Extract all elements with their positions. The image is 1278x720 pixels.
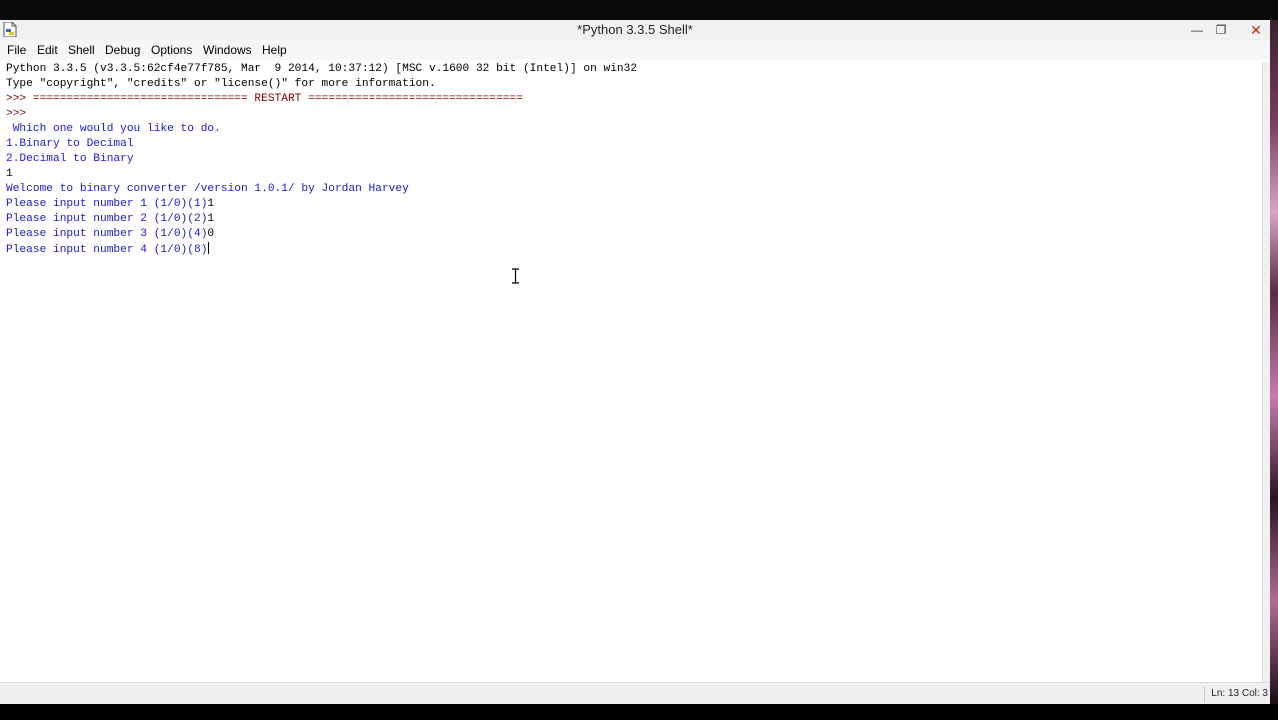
menu-debug[interactable]: Debug [105,40,140,60]
user-input: 1 [207,213,215,225]
close-button[interactable]: ✕ [1244,20,1268,40]
input-prompt: Please input number 4 (1/0)(8) [6,244,208,256]
menu-edit[interactable]: Edit [37,40,58,60]
shell-line: Please input number 4 (1/0)(8) [6,242,210,257]
window-title: *Python 3.3.5 Shell* [577,22,693,37]
minimize-button[interactable]: — [1185,20,1209,40]
idle-shell-window: *Python 3.3.5 Shell* — ❐ ✕ File Edit She… [0,20,1270,704]
input-prompt: Please input number 3 (1/0)(4) [6,228,208,240]
shell-line: Python 3.3.5 (v3.3.5:62cf4e77f785, Mar 9… [6,63,638,75]
vertical-scrollbar[interactable] [1262,62,1270,684]
menu-windows[interactable]: Windows [203,40,252,60]
menu-file[interactable]: File [7,40,26,60]
shell-line: Please input number 3 (1/0)(4)0 [6,227,214,242]
user-input: 1 [207,198,215,210]
shell-line: Type "copyright", "credits" or "license(… [6,78,436,90]
menu-bar: File Edit Shell Debug Options Windows He… [0,40,1270,60]
title-bar[interactable]: *Python 3.3.5 Shell* — ❐ ✕ [0,20,1270,40]
desktop-background-edge [1270,20,1278,704]
shell-line: Welcome to binary converter /version 1.0… [6,183,409,195]
ibeam-cursor-icon [512,268,519,284]
restart-banner: >>> ================================ RES… [6,93,523,105]
shell-line: 1.Binary to Decimal [6,138,134,150]
menu-shell[interactable]: Shell [68,40,95,60]
shell-line: Please input number 1 (1/0)(1)1 [6,197,214,212]
menu-help[interactable]: Help [262,40,287,60]
user-input: 0 [207,228,215,240]
cursor-position: Ln: 13 Col: 3 [1204,686,1270,702]
menu-options[interactable]: Options [151,40,192,60]
input-prompt: Please input number 2 (1/0)(2) [6,213,208,225]
user-input-line: 1 [6,168,13,180]
shell-text-area[interactable]: Python 3.3.5 (v3.3.5:62cf4e77f785, Mar 9… [0,62,1262,682]
input-prompt: Please input number 1 (1/0)(1) [6,198,208,210]
screen-bottom-strip [0,704,1278,720]
shell-line: 2.Decimal to Binary [6,153,134,165]
shell-prompt: >>> [6,108,33,120]
status-bar: Ln: 13 Col: 3 [0,682,1270,704]
shell-line: Please input number 2 (1/0)(2)1 [6,212,214,227]
screen-top-strip [0,0,1278,20]
shell-line: Which one would you like to do. [6,123,221,135]
text-caret [208,242,210,254]
maximize-button[interactable]: ❐ [1209,20,1233,40]
